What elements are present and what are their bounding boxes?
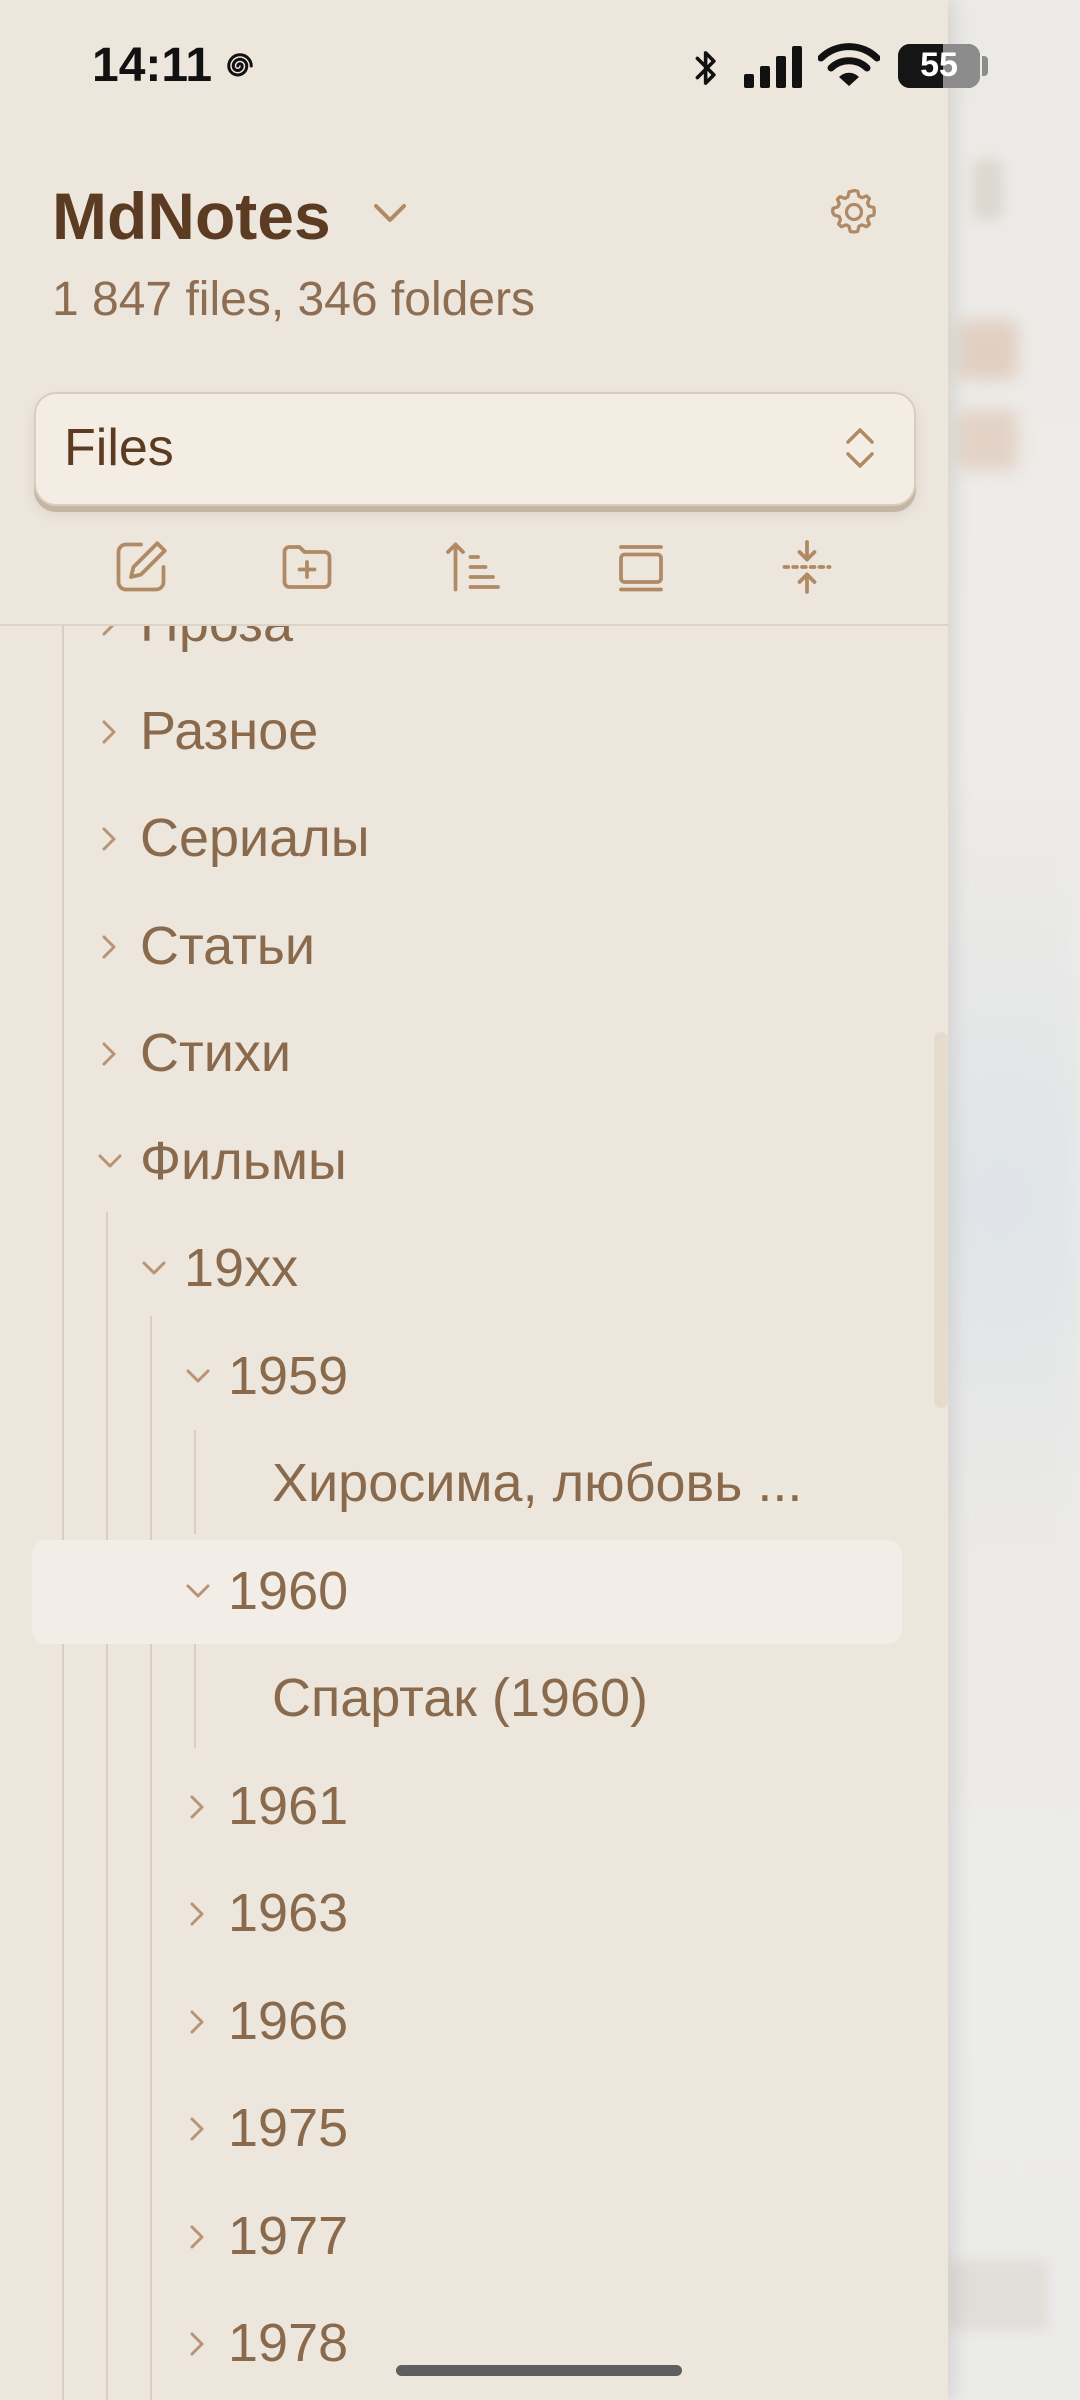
file-label: Хиросима, любовь ... [272, 1453, 803, 1513]
folder-label: Проза [140, 626, 293, 654]
explorer-toolbar [0, 530, 948, 626]
screen: MdNotes 1 847 files, 346 folders Files Р… [0, 0, 1080, 2400]
tree-folder-item[interactable]: 1966 [0, 1970, 948, 2074]
chevron-up-down-icon [846, 428, 874, 468]
sort-button[interactable] [440, 534, 506, 600]
tree-file-item[interactable]: Хиросима, любовь ... [0, 1432, 948, 1536]
folder-label: 1978 [228, 2313, 349, 2373]
editor-backdrop[interactable] [948, 0, 1080, 2400]
tree-folder-item[interactable]: Разное [0, 680, 948, 784]
signal-icon [744, 46, 802, 88]
vault-title[interactable]: MdNotes [52, 178, 331, 254]
edit-icon [116, 541, 167, 592]
new-folder-button[interactable] [274, 534, 340, 600]
chevron-right-icon[interactable] [96, 714, 124, 750]
gear-icon[interactable] [826, 184, 882, 240]
status-bar: 14:11 55 [0, 0, 1080, 130]
folder-label: 1975 [228, 2098, 349, 2158]
collapse-icon [782, 540, 832, 594]
folder-label: 1963 [228, 1883, 349, 1943]
tree-folder-item[interactable]: 1959 [0, 1325, 948, 1429]
chevron-right-icon[interactable] [96, 1036, 124, 1072]
folder-label: Разное [140, 701, 319, 761]
chevron-right-icon[interactable] [96, 821, 124, 857]
spiral-icon [227, 53, 253, 77]
tree-folder-item[interactable]: Сериалы [0, 787, 948, 891]
home-indicator[interactable] [396, 2365, 682, 2376]
tree-folder-item[interactable]: 1977 [0, 2185, 948, 2289]
file-tree: Проза Разное Сериалы Статьи Стихи Фильмы 19xx 1… [0, 626, 948, 2400]
chevron-right-icon[interactable] [184, 2326, 212, 2362]
view-selector-value: Files [64, 419, 174, 477]
chevron-down-icon[interactable] [140, 1251, 168, 1287]
toggle-view-button[interactable] [608, 534, 674, 600]
battery-cap [982, 56, 988, 76]
tree-folder-item[interactable]: Фильмы [0, 1110, 948, 1214]
battery-indicator: 55 [898, 44, 980, 88]
chevron-down-icon[interactable] [96, 1144, 124, 1180]
folder-label: Фильмы [140, 1131, 347, 1191]
chevron-down-icon[interactable] [184, 1359, 212, 1395]
gallery-view-icon [619, 545, 663, 592]
new-note-button[interactable] [108, 534, 174, 600]
bluetooth-icon [695, 51, 716, 85]
folder-label: 1960 [228, 1561, 349, 1621]
view-selector[interactable]: Files [34, 392, 916, 506]
tree-folder-item[interactable]: 19xx [0, 1217, 948, 1321]
tree-folder-item[interactable]: 1963 [0, 1862, 948, 1966]
chevron-right-icon[interactable] [184, 2111, 212, 2147]
chevron-right-icon[interactable] [96, 626, 124, 642]
tree-folder-item[interactable]: 1978 [0, 2292, 948, 2396]
collapse-all-button[interactable] [774, 534, 840, 600]
folder-label: 1961 [228, 1776, 349, 1836]
chevron-down-icon[interactable] [184, 1574, 212, 1610]
chevron-right-icon[interactable] [184, 1789, 212, 1825]
chevron-right-icon[interactable] [184, 1896, 212, 1932]
folder-plus-icon [282, 545, 332, 589]
tree-folder-item[interactable]: 1960 [0, 1540, 948, 1644]
tree-folder-item[interactable]: 1975 [0, 2077, 948, 2181]
chevron-down-icon[interactable] [370, 198, 410, 228]
wifi-icon [818, 43, 880, 86]
folder-label: 1966 [228, 1991, 349, 2051]
tree-folder-item[interactable]: Статьи [0, 895, 948, 999]
vault-stats: 1 847 files, 346 folders [52, 273, 535, 326]
tree-folder-item[interactable]: Проза [0, 626, 948, 676]
tree-folder-item[interactable]: Стихи [0, 1002, 948, 1106]
folder-label: 1977 [228, 2206, 349, 2266]
folder-label: 1959 [228, 1346, 349, 1406]
file-label: Спартак (1960) [272, 1668, 648, 1728]
scrollbar[interactable] [934, 1032, 948, 1408]
chevron-right-icon[interactable] [96, 929, 124, 965]
sort-icon [446, 542, 500, 592]
folder-label: Стихи [140, 1023, 292, 1083]
chevron-right-icon[interactable] [184, 2219, 212, 2255]
folder-label: 19xx [184, 1238, 299, 1298]
tree-file-item[interactable]: Спартак (1960) [0, 1647, 948, 1751]
chevron-right-icon[interactable] [184, 2004, 212, 2040]
folder-label: Статьи [140, 916, 315, 976]
tree-folder-item[interactable]: 1961 [0, 1755, 948, 1859]
battery-level: 55 [920, 46, 958, 84]
active-row-highlight [32, 1540, 902, 1644]
status-time: 14:11 [92, 39, 213, 92]
folder-label: Сериалы [140, 808, 370, 868]
file-explorer-drawer: MdNotes 1 847 files, 346 folders Files Р… [0, 0, 948, 2400]
